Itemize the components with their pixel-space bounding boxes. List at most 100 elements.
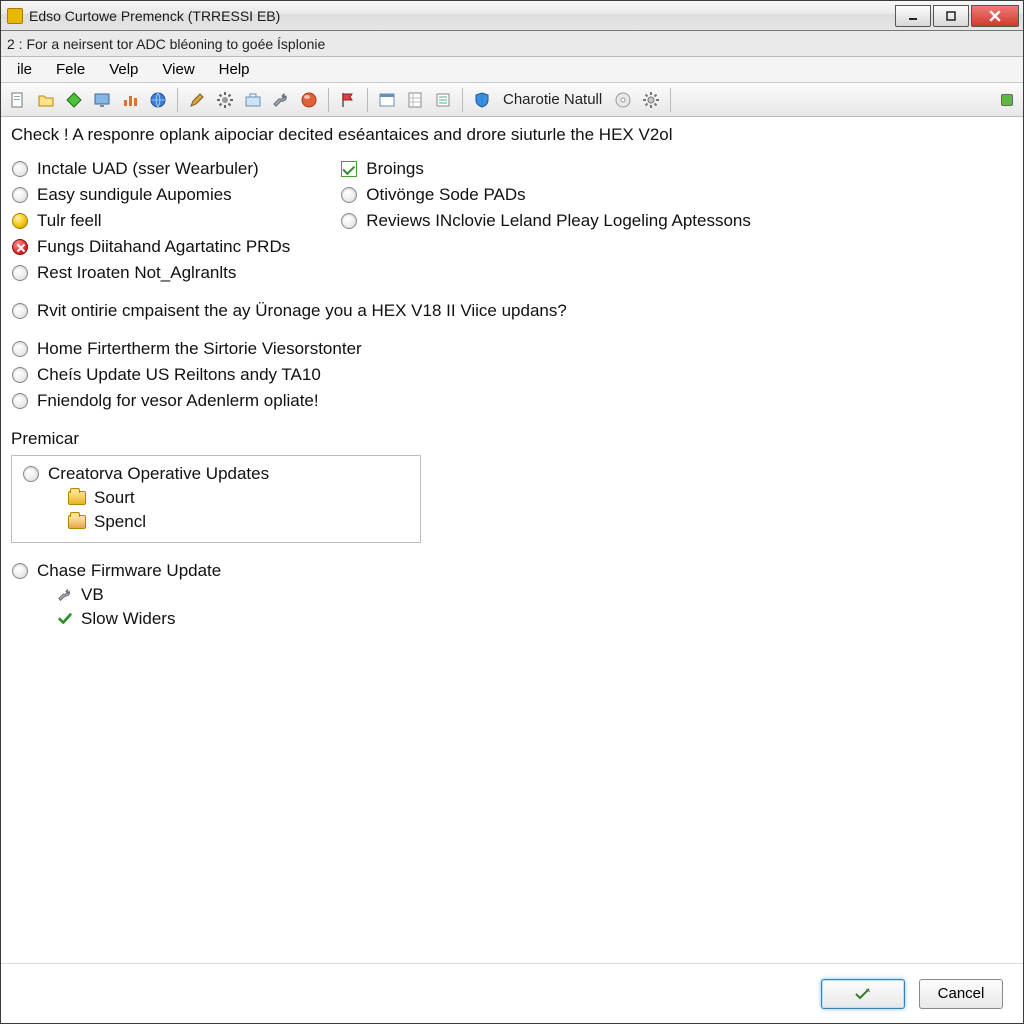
list-icon[interactable]	[430, 87, 456, 113]
toolbar-separator	[328, 88, 329, 112]
shield-icon[interactable]	[469, 87, 495, 113]
doc-icon[interactable]	[5, 87, 31, 113]
radio-icon	[341, 187, 357, 203]
window-controls	[893, 5, 1019, 27]
lower-group: Home Firtertherm the Sirtorie Viesorston…	[11, 339, 1013, 411]
menu-fele[interactable]: Fele	[44, 58, 97, 81]
window-title: Edso Curtowe Premenck (TRRESSI EB)	[29, 8, 280, 24]
option-broings[interactable]: Broings	[340, 159, 751, 179]
radio-icon	[12, 303, 28, 319]
content-area: Check ! A responre oplank aipociar decit…	[1, 117, 1023, 963]
close-button[interactable]	[971, 5, 1019, 27]
item-label: Fungs Diitahand Agartatinc PRDs	[37, 237, 290, 257]
option-cheis-update[interactable]: Cheís Update US Reiltons andy TA10	[11, 365, 1013, 385]
item-label: Broings	[366, 159, 424, 179]
menu-ile[interactable]: ile	[5, 58, 44, 81]
radio-icon	[23, 466, 39, 482]
subheader-text: 2 : For a neirsent tor ADC bléoning to g…	[7, 36, 325, 52]
folder-icon	[68, 515, 86, 529]
radio-icon	[12, 161, 28, 177]
item-label: Easy sundigule Aupomies	[37, 185, 232, 205]
option-rest-iroaten[interactable]: Rest Iroaten Not_Aglranlts	[11, 263, 290, 283]
option-easy-sundigule[interactable]: Easy sundigule Aupomies	[11, 185, 290, 205]
checkmark-icon	[341, 161, 357, 177]
radio-icon	[12, 563, 28, 579]
item-label: Tulr feell	[37, 211, 102, 231]
option-home-firtertherm[interactable]: Home Firtertherm the Sirtorie Viesorston…	[11, 339, 1013, 359]
firmware-child-slow-widers[interactable]: Slow Widers	[57, 609, 1013, 629]
briefcase-icon[interactable]	[240, 87, 266, 113]
panel-child-spencl[interactable]: Spencl	[68, 512, 410, 532]
headline-text: Check ! A responre oplank aipociar decit…	[11, 125, 1013, 145]
radio-icon	[12, 265, 28, 281]
flag-icon[interactable]	[335, 87, 361, 113]
item-label: Reviews INclovie Leland Pleay Logeling A…	[366, 211, 751, 231]
toolbar: Charotie Natull	[1, 83, 1023, 117]
menu-velp[interactable]: Velp	[97, 58, 150, 81]
minimize-button[interactable]	[895, 5, 931, 27]
radio-icon	[12, 367, 28, 383]
item-label: Home Firtertherm the Sirtorie Viesorston…	[37, 339, 362, 359]
ball-icon[interactable]	[296, 87, 322, 113]
option-otivonge-sode[interactable]: Otivönge Sode PADs	[340, 185, 751, 205]
wrench-icon	[57, 587, 73, 603]
item-label: Rvit ontirie cmpaisent the ay Üronage yo…	[37, 301, 567, 321]
option-chase-firmware[interactable]: Chase Firmware Update	[11, 561, 1013, 581]
toolbar-right	[1001, 94, 1019, 106]
option-fniendolg[interactable]: Fniendolg for vesor Adenlerm opliate!	[11, 391, 1013, 411]
option-inctale-uad[interactable]: Inctale UAD (sser Wearbuler)	[11, 159, 290, 179]
status-led-icon	[1001, 94, 1013, 106]
window-icon[interactable]	[374, 87, 400, 113]
maximize-button[interactable]	[933, 5, 969, 27]
toolbar-separator	[177, 88, 178, 112]
disc-icon[interactable]	[610, 87, 636, 113]
dialog-footer: Cancel	[1, 963, 1023, 1023]
warning-dot-icon	[12, 213, 28, 229]
app-window: Edso Curtowe Premenck (TRRESSI EB) 2 : F…	[0, 0, 1024, 1024]
option-fungs-diitahand[interactable]: Fungs Diitahand Agartatinc PRDs	[11, 237, 290, 257]
radio-icon	[12, 341, 28, 357]
chart-icon[interactable]	[117, 87, 143, 113]
menu-view[interactable]: View	[150, 58, 206, 81]
folder-icon[interactable]	[33, 87, 59, 113]
folder-icon	[68, 491, 86, 505]
right-column: Broings Otivönge Sode PADs Reviews INclo…	[340, 159, 751, 283]
option-creatorva-operative[interactable]: Creatorva Operative Updates	[22, 464, 410, 484]
check-icon	[57, 611, 73, 627]
toolbar-separator	[670, 88, 671, 112]
pencil-icon[interactable]	[184, 87, 210, 113]
option-tulr-feell[interactable]: Tulr feell	[11, 211, 290, 231]
wrench-icon[interactable]	[268, 87, 294, 113]
subheader: 2 : For a neirsent tor ADC bléoning to g…	[1, 31, 1023, 57]
item-label: Inctale UAD (sser Wearbuler)	[37, 159, 259, 179]
cancel-label: Cancel	[938, 985, 985, 1002]
radio-icon	[341, 213, 357, 229]
option-rvit-ontirie[interactable]: Rvit ontirie cmpaisent the ay Üronage yo…	[11, 301, 1013, 321]
sub-label: VB	[81, 585, 104, 605]
sub-label: Slow Widers	[81, 609, 175, 629]
globe-icon[interactable]	[145, 87, 171, 113]
sub-label: Spencl	[94, 512, 146, 532]
item-label: Creatorva Operative Updates	[48, 464, 269, 484]
premicar-panel: Creatorva Operative Updates Sourt Spencl	[11, 455, 421, 543]
panel-child-sourt[interactable]: Sourt	[68, 488, 410, 508]
firmware-child-vb[interactable]: VB	[57, 585, 1013, 605]
sheet-icon[interactable]	[402, 87, 428, 113]
item-label: Fniendolg for vesor Adenlerm opliate!	[37, 391, 319, 411]
gear-icon[interactable]	[212, 87, 238, 113]
sub-label: Sourt	[94, 488, 135, 508]
ok-button[interactable]	[821, 979, 905, 1009]
item-label: Otivönge Sode PADs	[366, 185, 525, 205]
diamond-icon[interactable]	[61, 87, 87, 113]
menu-help[interactable]: Help	[207, 58, 262, 81]
option-reviews-inclovie[interactable]: Reviews INclovie Leland Pleay Logeling A…	[340, 211, 751, 231]
toolbar-separator	[367, 88, 368, 112]
cancel-button[interactable]: Cancel	[919, 979, 1003, 1009]
monitor-icon[interactable]	[89, 87, 115, 113]
menubar: ile Fele Velp View Help	[1, 57, 1023, 83]
radio-icon	[12, 187, 28, 203]
item-label: Rest Iroaten Not_Aglranlts	[37, 263, 236, 283]
toolbar-charotie-label[interactable]: Charotie Natull	[497, 91, 608, 108]
cog-icon[interactable]	[638, 87, 664, 113]
titlebar[interactable]: Edso Curtowe Premenck (TRRESSI EB)	[1, 1, 1023, 31]
